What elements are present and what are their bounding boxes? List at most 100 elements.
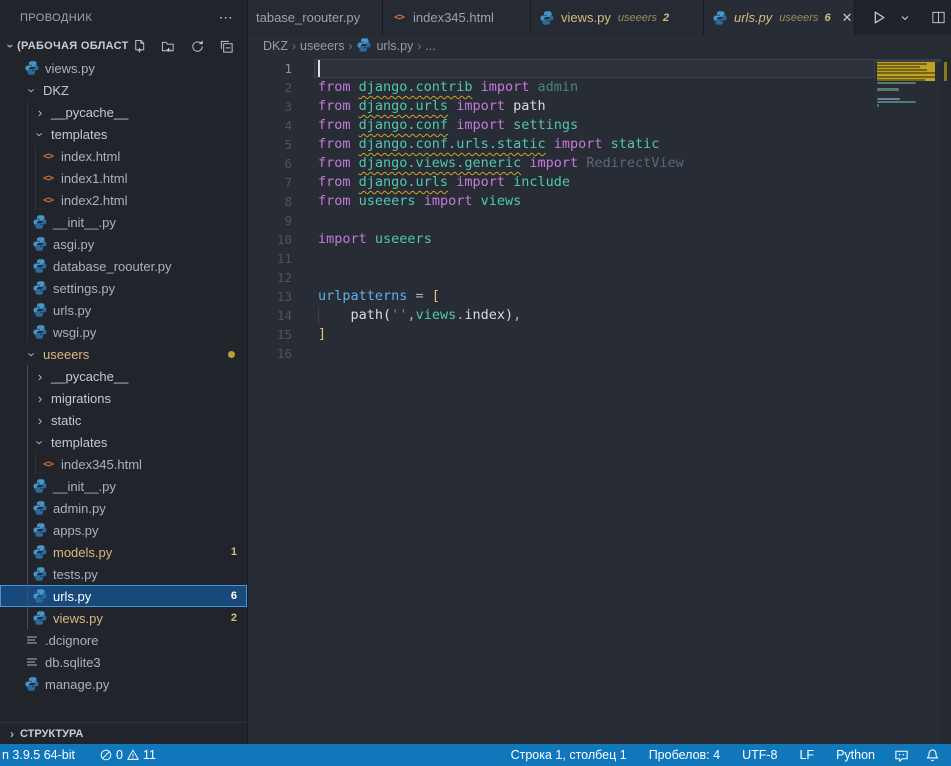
indent-guide	[27, 453, 28, 475]
breadcrumb-item-useeers[interactable]: useeers	[300, 39, 344, 53]
code-token	[416, 193, 424, 209]
overview-warning-tick	[944, 62, 947, 81]
tree-item-.dcignore[interactable]: .dcignore	[0, 629, 247, 651]
code-token: import	[456, 117, 505, 133]
split-editor-icon	[931, 10, 946, 25]
tree-item-label: views.py	[53, 611, 103, 626]
line-content	[314, 344, 875, 363]
collapse-all-button[interactable]	[216, 37, 237, 56]
tree-item-label: manage.py	[45, 677, 109, 692]
refresh-button[interactable]	[187, 37, 208, 56]
run-dropdown-button[interactable]	[896, 10, 914, 26]
indent-guide	[35, 145, 36, 167]
run-button[interactable]	[867, 7, 890, 28]
status-encoding[interactable]: UTF-8	[734, 744, 785, 766]
workspace-actions	[129, 37, 247, 56]
tree-item-database_roouter.py[interactable]: database_roouter.py	[0, 255, 247, 277]
breadcrumb-item-urls.py[interactable]: urls.py	[356, 37, 413, 56]
code-token: import	[424, 193, 473, 209]
tree-item-label: index.html	[61, 149, 120, 164]
new-folder-button[interactable]	[158, 37, 179, 56]
tree-item-static[interactable]: ›static	[0, 409, 247, 431]
tree-item-models.py[interactable]: models.py1	[0, 541, 247, 563]
chevron-down-icon: ›	[26, 82, 39, 98]
code-token: views	[416, 307, 457, 323]
feedback-button[interactable]	[889, 744, 914, 766]
workspace-section-header[interactable]: › (РАБОЧАЯ ОБЛАСТЬ) ...	[0, 35, 247, 57]
code-editor[interactable]: 12from django.contrib import admin3from …	[248, 57, 951, 744]
tree-item-templates[interactable]: ›templates	[0, 123, 247, 145]
tree-item-migrations[interactable]: ›migrations	[0, 387, 247, 409]
tree-item-label: database_roouter.py	[53, 259, 172, 274]
tree-item-manage.py[interactable]: manage.py	[0, 673, 247, 695]
code-line-15: 15]	[248, 325, 951, 344]
tree-item-db.sqlite3[interactable]: db.sqlite3	[0, 651, 247, 673]
tab-tabase_roouter.py[interactable]: tabase_roouter.py	[248, 0, 383, 35]
close-icon[interactable]: ✕	[840, 9, 855, 27]
python-icon	[32, 478, 48, 494]
tree-item-index2.html[interactable]: <>index2.html	[0, 189, 247, 211]
tree-item-urls.py[interactable]: urls.py	[0, 299, 247, 321]
breadcrumb-item-...[interactable]: ...	[425, 39, 435, 53]
line-content: from django.conf.urls.static import stat…	[314, 135, 875, 154]
line-number: 9	[248, 211, 292, 230]
line-number: 11	[248, 249, 292, 268]
python-icon	[32, 544, 48, 560]
code-token	[318, 307, 351, 323]
chevron-down-icon: ›	[26, 346, 39, 362]
code-token: from	[318, 174, 351, 190]
code-token: path	[351, 307, 384, 323]
status-interpreter[interactable]: n 3.9.5 64-bit	[0, 744, 80, 766]
tree-item-__pycache__[interactable]: ›__pycache__	[0, 365, 247, 387]
status-language[interactable]: Python	[828, 744, 883, 766]
new-file-button[interactable]	[129, 37, 150, 56]
tab-index345.html[interactable]: <>index345.html	[383, 0, 531, 35]
code-token: import	[481, 79, 530, 95]
tree-item-views.py[interactable]: views.py	[0, 57, 247, 79]
tree-item-tests.py[interactable]: tests.py	[0, 563, 247, 585]
tree-item-index.html[interactable]: <>index.html	[0, 145, 247, 167]
outline-section-header[interactable]: › СТРУКТУРА	[0, 722, 247, 744]
tree-item-settings.py[interactable]: settings.py	[0, 277, 247, 299]
breadcrumb-item-DKZ[interactable]: DKZ	[263, 39, 288, 53]
tree-item-wsgi.py[interactable]: wsgi.py	[0, 321, 247, 343]
status-eol[interactable]: LF	[791, 744, 822, 766]
tab-urls.py[interactable]: urls.pyuseeers6✕	[704, 0, 855, 35]
tree-item-templates[interactable]: ›templates	[0, 431, 247, 453]
minimap-line-mark	[877, 88, 899, 90]
editor-group: tabase_roouter.py<>index345.htmlviews.py…	[248, 0, 951, 744]
warning-underlined-token: django.conf.urls.static	[359, 136, 546, 152]
minimap[interactable]	[875, 59, 941, 744]
html-icon: <>	[43, 459, 53, 470]
notifications-bell-button[interactable]	[920, 744, 945, 766]
tree-item-asgi.py[interactable]: asgi.py	[0, 233, 247, 255]
scrollbar[interactable]	[941, 57, 951, 744]
tree-item-index345.html[interactable]: <>index345.html	[0, 453, 247, 475]
status-problems[interactable]: 011	[94, 744, 161, 766]
code-token: views	[481, 193, 522, 209]
split-editor-button[interactable]	[928, 8, 949, 27]
tree-item-DKZ[interactable]: ›DKZ	[0, 79, 247, 101]
text-cursor	[318, 60, 320, 77]
tree-item-apps.py[interactable]: apps.py	[0, 519, 247, 541]
status-cursor-position[interactable]: Строка 1, столбец 1	[503, 744, 635, 766]
tab-description: useeers	[779, 12, 818, 24]
file-tree: views.py›DKZ›__pycache__›templates<>inde…	[0, 57, 247, 722]
more-actions-icon[interactable]: ⋯	[215, 9, 237, 26]
tree-item-useeers[interactable]: ›useeers	[0, 343, 247, 365]
python-icon	[32, 258, 48, 274]
tree-item-__init__.py[interactable]: __init__.py	[0, 211, 247, 233]
tree-item-__init__.py[interactable]: __init__.py	[0, 475, 247, 497]
line-number: 12	[248, 268, 292, 287]
tree-item-views.py[interactable]: views.py2	[0, 607, 247, 629]
tree-item-__pycache__[interactable]: ›__pycache__	[0, 101, 247, 123]
tab-views.py[interactable]: views.pyuseeers2	[531, 0, 704, 35]
code-line-7: 7from django.urls import include	[248, 173, 951, 192]
tree-item-admin.py[interactable]: admin.py	[0, 497, 247, 519]
tree-item-urls.py[interactable]: urls.py6	[0, 585, 247, 607]
warning-count: 11	[143, 748, 156, 762]
tree-item-label: tests.py	[53, 567, 98, 582]
status-indentation[interactable]: Пробелов: 4	[641, 744, 728, 766]
tree-item-index1.html[interactable]: <>index1.html	[0, 167, 247, 189]
code-token: ,	[513, 307, 521, 323]
